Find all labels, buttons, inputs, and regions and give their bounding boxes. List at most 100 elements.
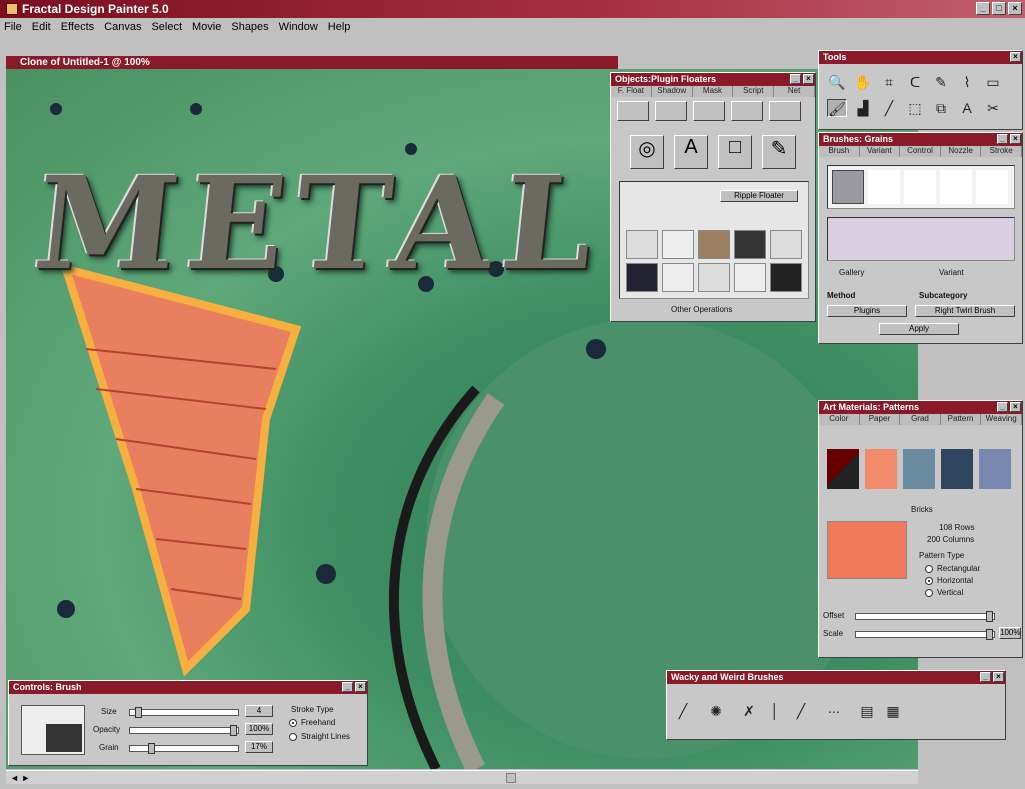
brush-icon[interactable]: 🖌 (827, 99, 847, 117)
close-icon[interactable]: × (993, 672, 1004, 682)
pattern-swatch[interactable] (979, 449, 1011, 489)
thumbnail[interactable] (770, 230, 802, 259)
tab-pattern[interactable]: Pattern (941, 414, 982, 425)
thumbnail[interactable] (698, 230, 730, 259)
offset-slider[interactable] (855, 611, 995, 622)
tab-grad[interactable]: Grad (900, 414, 941, 425)
ripple-floater-tooltip[interactable]: Ripple Floater (720, 190, 798, 202)
opacity-slider[interactable] (129, 725, 239, 736)
menu-file[interactable]: File (4, 21, 22, 33)
menu-window[interactable]: Window (279, 21, 318, 33)
brush-shortcut-8[interactable]: ▦ (883, 702, 903, 720)
magnifier-icon[interactable]: 🔍 (827, 73, 847, 91)
thumbnail[interactable] (662, 263, 694, 292)
color-preview[interactable] (21, 705, 85, 755)
dropper-icon[interactable]: ╱ (879, 99, 899, 117)
text-floater-icon[interactable]: A (674, 135, 708, 169)
pen-icon[interactable]: ✎ (931, 73, 951, 91)
floater-tool-5[interactable] (769, 101, 801, 121)
menu-movie[interactable]: Movie (192, 21, 221, 33)
minimize-icon[interactable]: _ (980, 672, 991, 682)
grabber-icon[interactable]: ✋ (853, 73, 873, 91)
thumbnail[interactable] (770, 263, 802, 292)
brush-shortcut-2[interactable]: ✺ (699, 702, 733, 720)
brush-shortcut-7[interactable]: ▤ (857, 702, 877, 720)
minimize-icon[interactable]: _ (997, 134, 1008, 144)
method-select[interactable]: Plugins (827, 305, 907, 317)
close-icon[interactable]: × (1010, 52, 1021, 62)
radio-rectangular[interactable] (925, 565, 933, 573)
dot-floater-icon[interactable]: ◎ (630, 135, 664, 169)
scale-slider-knob[interactable] (986, 629, 993, 640)
brush-shortcut-6[interactable]: ∙∙∙ (817, 702, 851, 720)
brush-shortcut-3[interactable]: ✗ (739, 702, 759, 720)
thumbnail[interactable] (626, 263, 658, 292)
floater-tool-2[interactable] (655, 101, 687, 121)
tab-net[interactable]: Net (774, 86, 815, 97)
grain-value[interactable]: 17% (245, 741, 273, 753)
size-slider-knob[interactable] (135, 707, 142, 718)
radio-straight-lines[interactable] (289, 733, 297, 741)
floater-tool-1[interactable] (617, 101, 649, 121)
box-floater-icon[interactable]: □ (718, 135, 752, 169)
document-titlebar[interactable]: Clone of Untitled-1 @ 100% (6, 56, 618, 69)
close-button[interactable]: × (1008, 2, 1022, 15)
scissors-icon[interactable]: ✂ (983, 99, 1003, 117)
tab-brush[interactable]: Brush (819, 146, 860, 157)
pattern-swatch[interactable] (941, 449, 973, 489)
close-icon[interactable]: × (803, 74, 814, 84)
size-slider[interactable] (129, 707, 239, 718)
menu-edit[interactable]: Edit (32, 21, 51, 33)
opacity-slider-knob[interactable] (230, 725, 237, 736)
grain-slider-knob[interactable] (148, 743, 155, 754)
tab-variant[interactable]: Variant (860, 146, 901, 157)
tab-script[interactable]: Script (733, 86, 775, 97)
tab-mask[interactable]: Mask (693, 86, 734, 97)
radio-horizontal[interactable] (925, 577, 933, 585)
minimize-icon[interactable]: _ (997, 402, 1008, 412)
pattern-swatch-bricks[interactable] (865, 449, 897, 489)
tab-nozzle[interactable]: Nozzle (941, 146, 982, 157)
menu-canvas[interactable]: Canvas (104, 21, 141, 33)
tab-paper[interactable]: Paper (860, 414, 901, 425)
secondary-color-swatch[interactable] (46, 724, 82, 752)
text-icon[interactable]: A (957, 99, 977, 117)
apply-button[interactable]: Apply (879, 323, 959, 335)
tab-shadow[interactable]: Shadow (652, 86, 693, 97)
scale-slider[interactable] (855, 629, 995, 640)
thumbnail[interactable] (734, 230, 766, 259)
brush-thumbnail[interactable] (904, 170, 936, 204)
radio-vertical[interactable] (925, 589, 933, 597)
color-swatch[interactable] (827, 449, 859, 489)
menu-help[interactable]: Help (328, 21, 351, 33)
grain-slider[interactable] (129, 743, 239, 754)
menu-select[interactable]: Select (151, 21, 182, 33)
scale-value[interactable]: 100% (999, 627, 1021, 639)
tab-stroke[interactable]: Stroke (981, 146, 1022, 157)
floater-icon[interactable]: ⧉ (931, 99, 951, 117)
offset-slider-knob[interactable] (986, 611, 993, 622)
brush-thumbnail[interactable] (976, 170, 1008, 204)
close-icon[interactable]: × (355, 682, 366, 692)
pattern-swatch[interactable] (903, 449, 935, 489)
minimize-button[interactable]: _ (976, 2, 990, 15)
tab-weaving[interactable]: Weaving (981, 414, 1022, 425)
size-value[interactable]: 4 (245, 705, 273, 717)
tab-color[interactable]: Color (819, 414, 860, 425)
close-icon[interactable]: × (1010, 402, 1021, 412)
close-icon[interactable]: × (1010, 134, 1021, 144)
selection-icon[interactable]: ⬚ (905, 99, 925, 117)
panel-titlebar[interactable]: Wacky and Weird Brushes _ × (667, 671, 1005, 684)
shape-icon[interactable]: ⌇ (957, 73, 977, 91)
rect-icon[interactable]: ▭ (983, 73, 1003, 91)
tab-control[interactable]: Control (900, 146, 941, 157)
brush-thumbnail-selected[interactable] (832, 170, 864, 204)
subcategory-select[interactable]: Right Twirl Brush (915, 305, 1015, 317)
tab-ffloat[interactable]: F. Float (611, 86, 652, 97)
app-titlebar[interactable]: Fractal Design Painter 5.0 _ □ × (0, 0, 1025, 18)
thumbnail[interactable] (698, 263, 730, 292)
minimize-icon[interactable]: _ (790, 74, 801, 84)
thumbnail[interactable] (626, 230, 658, 259)
lasso-icon[interactable]: ᑕ (905, 73, 925, 91)
brush-shortcut-5[interactable]: ╱ (791, 702, 811, 720)
